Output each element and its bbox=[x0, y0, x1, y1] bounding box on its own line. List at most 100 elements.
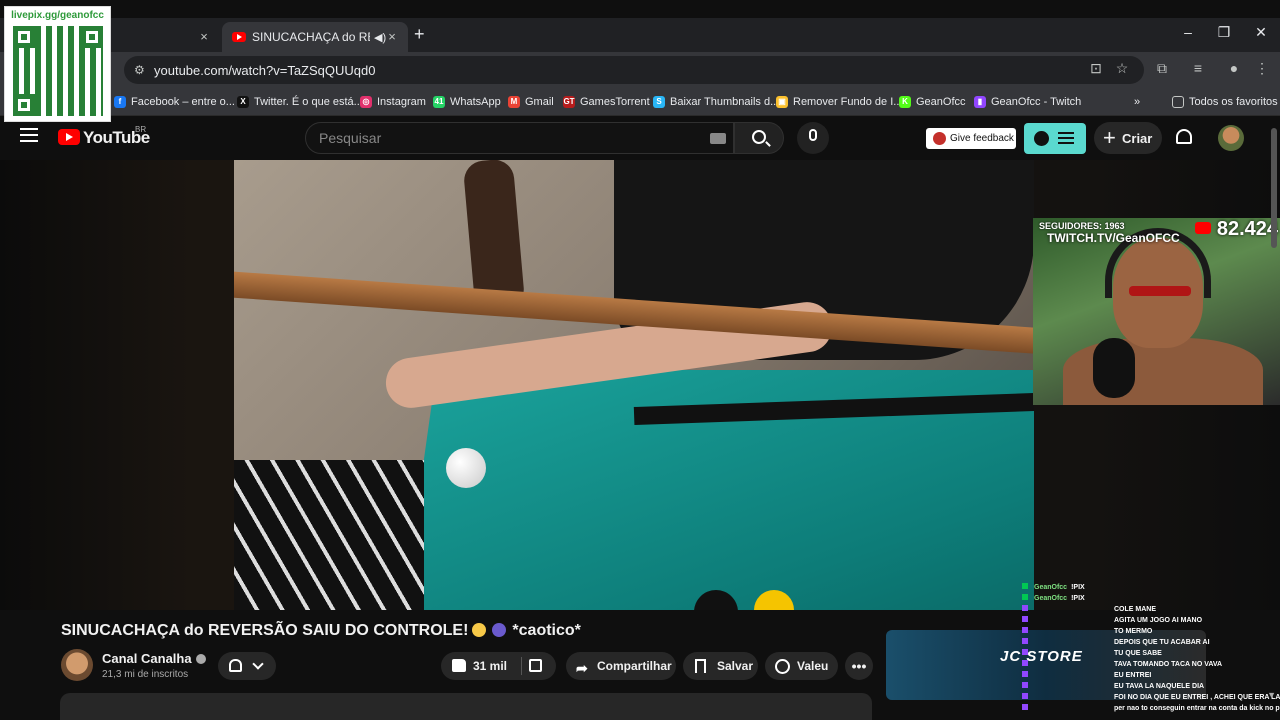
video-title-text: SINUCACHAÇA do REVERSÃO SAIU DO CONTROLE… bbox=[61, 622, 469, 639]
bookmark-label: GeanOfcc bbox=[916, 96, 966, 108]
save-button[interactable]: Salvar bbox=[683, 652, 758, 680]
notifications-bell-icon[interactable] bbox=[1176, 129, 1192, 144]
bookmark-thumbnails[interactable]: S Baixar Thumbnails d... bbox=[653, 93, 779, 111]
chat-text: TU QUE SABE bbox=[1114, 650, 1162, 657]
chat-badge-icon bbox=[1022, 682, 1028, 688]
keyboard-icon[interactable] bbox=[710, 133, 726, 144]
youtube-favicon-icon bbox=[232, 32, 246, 42]
video-player[interactable] bbox=[234, 160, 1034, 610]
chat-badge-icon bbox=[1022, 616, 1028, 622]
subscription-bell-button[interactable] bbox=[218, 652, 276, 680]
followers-count: SEGUIDORES: 1963 bbox=[1039, 221, 1125, 231]
hamburger-menu-icon[interactable] bbox=[20, 128, 38, 142]
channel-name[interactable]: Canal Canalha bbox=[102, 651, 206, 666]
channel-avatar[interactable] bbox=[61, 649, 93, 681]
microphone bbox=[1093, 338, 1135, 398]
profile-icon[interactable]: ● bbox=[1224, 60, 1244, 76]
bell-icon bbox=[229, 659, 242, 672]
laughing-emoji-icon bbox=[472, 623, 487, 637]
thumbs-down-icon[interactable] bbox=[529, 659, 542, 672]
youtube-logo-icon[interactable] bbox=[58, 129, 80, 145]
chat-text: COLE MANE bbox=[1114, 606, 1156, 613]
create-button[interactable]: Criar bbox=[1094, 122, 1162, 154]
extension-button[interactable] bbox=[1024, 123, 1086, 154]
new-tab-button[interactable]: + bbox=[414, 24, 425, 45]
kick-icon: K bbox=[899, 96, 911, 108]
browser-menu-icon[interactable]: ⋮ bbox=[1252, 60, 1272, 77]
like-button[interactable]: 31 mil bbox=[441, 652, 556, 680]
tab-close-icon[interactable]: × bbox=[384, 29, 400, 45]
qr-label: livepix.gg/geanofcc bbox=[11, 10, 104, 21]
bookmark-remover-fundo[interactable]: ▣ Remover Fundo de I... bbox=[776, 93, 902, 111]
chat-message: GeanOfcc !PIX bbox=[1022, 593, 1280, 604]
chat-badge-icon bbox=[1022, 671, 1028, 677]
share-button[interactable]: ➦ Compartilhar bbox=[566, 652, 676, 680]
stream-chat-overlay: GeanOfcc !PIX GeanOfcc !PIX COLE MANE AGITA U… bbox=[1022, 582, 1280, 720]
bookmark-twitter[interactable]: X Twitter. É o que está... bbox=[237, 93, 363, 111]
bookmark-gamestorrent[interactable]: GT GamesTorrent bbox=[563, 93, 650, 111]
scroll-down-arrow-icon[interactable]: ▼ bbox=[1267, 690, 1276, 700]
chat-badge-icon bbox=[1022, 627, 1028, 633]
install-app-icon[interactable]: ⊡ bbox=[1086, 60, 1106, 77]
sunglasses bbox=[1129, 286, 1191, 296]
share-icon: ➦ bbox=[576, 660, 588, 676]
bookmark-gmail[interactable]: M Gmail bbox=[508, 93, 554, 111]
chat-badge-icon bbox=[1022, 605, 1028, 611]
page-scrollbar[interactable] bbox=[1271, 128, 1277, 248]
instagram-icon: ◎ bbox=[360, 96, 372, 108]
browser-tab-inactive[interactable]: × bbox=[110, 22, 220, 52]
search-input[interactable]: Pesquisar bbox=[305, 122, 734, 154]
chat-text: FOI NO DIA QUE EU ENTREI , ACHEI QUE ERA… bbox=[1114, 694, 1280, 701]
bookmark-label: Todos os favoritos bbox=[1189, 96, 1278, 108]
media-control-icon[interactable]: ≡ bbox=[1188, 60, 1208, 76]
more-actions-button[interactable]: ••• bbox=[845, 652, 873, 680]
twitch-icon: ▮ bbox=[974, 96, 986, 108]
bookmark-kick[interactable]: K GeanOfcc bbox=[899, 93, 966, 111]
minimize-icon[interactable]: – bbox=[1170, 24, 1206, 40]
channel-name-text: Canal Canalha bbox=[102, 651, 192, 666]
chat-text: per nao to conseguin entrar na conta da … bbox=[1114, 705, 1280, 712]
chat-badge-icon bbox=[1022, 693, 1028, 699]
bookmark-icon bbox=[695, 659, 706, 673]
whatsapp-icon: 41 bbox=[433, 96, 445, 108]
save-label: Salvar bbox=[717, 659, 754, 673]
streamer-webcam: SEGUIDORES: 1963 TWITCH.TV/GeanOFCC 82.4… bbox=[1033, 218, 1280, 405]
restore-icon[interactable]: ❐ bbox=[1206, 24, 1242, 41]
bookmark-whatsapp[interactable]: 41 WhatsApp bbox=[433, 93, 501, 111]
bookmark-twitch[interactable]: ▮ GeanOfcc - Twitch bbox=[974, 93, 1081, 111]
tab-close-icon[interactable]: × bbox=[196, 29, 212, 45]
chat-text: !PIX bbox=[1071, 584, 1085, 591]
user-avatar[interactable] bbox=[1218, 125, 1244, 151]
chat-badge-icon bbox=[1022, 594, 1028, 600]
qr-finder bbox=[13, 94, 35, 116]
search-button[interactable] bbox=[734, 122, 784, 154]
folder-icon bbox=[1172, 96, 1184, 108]
browser-tab-active[interactable]: SINUCACHAÇA do REVERSÃO ◀) × bbox=[222, 22, 408, 52]
address-bar[interactable]: ⚙ youtube.com/watch?v=TaZSqQUUqd0 bbox=[124, 56, 1144, 84]
browser-tab-strip: × SINUCACHAÇA do REVERSÃO ◀) × + – ❐ ✕ bbox=[0, 18, 1280, 52]
bookmark-facebook[interactable]: f Facebook – entre o... bbox=[114, 93, 235, 111]
bookmarks-overflow-icon[interactable]: » bbox=[1134, 93, 1140, 111]
chat-username: GeanOfcc bbox=[1034, 584, 1068, 591]
chat-message: AGITA UM JOGO AI MANO bbox=[1022, 615, 1280, 626]
cue-ball bbox=[446, 448, 486, 488]
window-close-icon[interactable]: ✕ bbox=[1243, 24, 1279, 41]
extension-menu-icon bbox=[1058, 132, 1074, 144]
chat-text: EU TAVA LA NAQUELE DIA bbox=[1114, 683, 1205, 690]
bookmark-instagram[interactable]: ◎ Instagram bbox=[360, 93, 426, 111]
youtube-header: YouTube BR Pesquisar Give feedback Criar bbox=[0, 116, 1280, 160]
qr-finder bbox=[81, 26, 103, 48]
all-bookmarks-folder[interactable]: Todos os favoritos bbox=[1172, 93, 1278, 111]
give-feedback-button[interactable]: Give feedback bbox=[926, 128, 1016, 149]
thanks-button[interactable]: Valeu bbox=[765, 652, 838, 680]
chat-message: DEPOIS QUE TU ACABAR AI bbox=[1022, 637, 1280, 648]
chat-message: COLE MANE bbox=[1022, 604, 1280, 615]
bookmark-star-icon[interactable]: ☆ bbox=[1112, 60, 1132, 77]
extensions-icon[interactable]: ⧉ bbox=[1152, 60, 1172, 77]
microphone-icon bbox=[809, 129, 817, 141]
chat-badge-icon bbox=[1022, 649, 1028, 655]
bookmark-label: Gmail bbox=[525, 96, 554, 108]
site-info-icon[interactable]: ⚙ bbox=[134, 63, 148, 77]
voice-search-button[interactable] bbox=[797, 122, 829, 154]
description-box[interactable] bbox=[60, 693, 872, 720]
